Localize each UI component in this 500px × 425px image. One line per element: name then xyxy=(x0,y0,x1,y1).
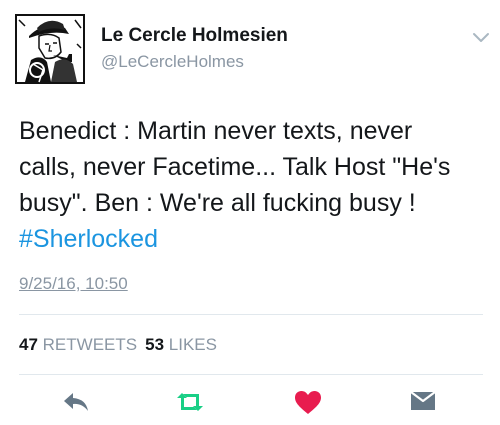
direct-message-button[interactable] xyxy=(410,390,436,416)
like-button[interactable] xyxy=(294,390,322,416)
likes-label: LIKES xyxy=(168,335,217,354)
divider xyxy=(19,314,483,315)
sherlock-portrait-avatar-icon xyxy=(15,14,85,84)
likes-stat[interactable]: 53 LIKES xyxy=(145,335,217,354)
hashtag-link[interactable]: #Sherlocked xyxy=(19,221,158,257)
reply-icon xyxy=(64,393,88,411)
retweets-count: 47 xyxy=(19,335,38,354)
display-name[interactable]: Le Cercle Holmesien xyxy=(101,25,288,47)
divider xyxy=(19,374,483,375)
retweet-button[interactable] xyxy=(174,390,206,416)
retweets-label: RETWEETS xyxy=(42,335,138,354)
tweet-text: Benedict : Martin never texts, never cal… xyxy=(19,117,451,217)
likes-count: 53 xyxy=(145,335,165,354)
retweets-stat[interactable]: 47 RETWEETS xyxy=(19,335,137,354)
retweet-icon xyxy=(177,393,203,411)
tweet-stats: 47 RETWEETS 53 LIKES xyxy=(19,335,217,355)
envelope-icon xyxy=(410,391,436,410)
tweet-menu-button[interactable] xyxy=(472,31,490,43)
user-handle[interactable]: @LeCercleHolmes xyxy=(101,52,244,72)
chevron-down-icon xyxy=(473,33,489,42)
heart-icon xyxy=(295,391,321,414)
reply-button[interactable] xyxy=(62,390,90,416)
avatar[interactable] xyxy=(15,14,85,84)
tweet-timestamp[interactable]: 9/25/16, 10:50 xyxy=(19,274,128,294)
